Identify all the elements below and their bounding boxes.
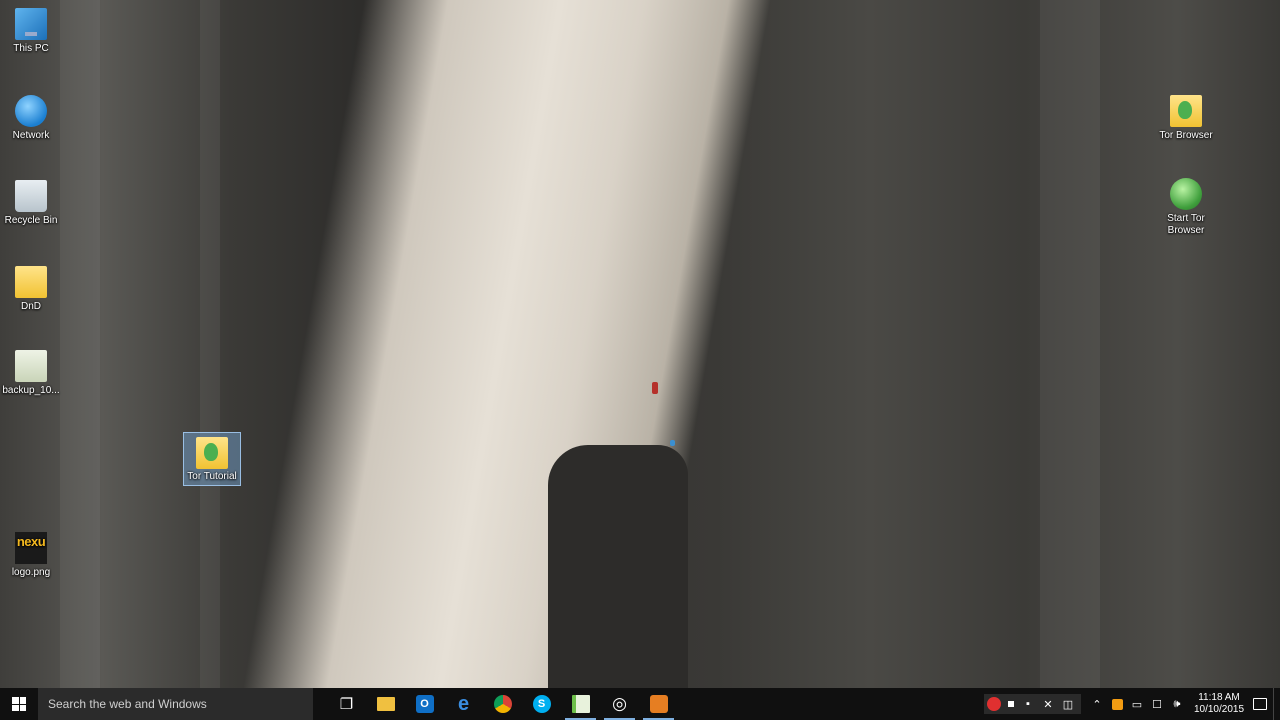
recorder-widget[interactable]: ▪ ✕ ◫ [984, 694, 1081, 714]
document-icon [571, 695, 590, 713]
action-center-button[interactable] [1247, 688, 1273, 720]
taskbar-app-skype[interactable]: S [522, 688, 561, 720]
cursor-icon[interactable]: ✕ [1040, 696, 1056, 712]
tor-folder-icon [1170, 95, 1202, 127]
record-icon[interactable] [987, 697, 1001, 711]
camera-icon[interactable]: ▪ [1020, 696, 1036, 712]
desktop-icon-label: DnD [20, 301, 41, 312]
network-icon [15, 95, 47, 127]
settings-icon[interactable]: ◫ [1060, 696, 1076, 712]
desktop-icon-label: backup_10... [2, 385, 60, 396]
taskbar-app-media-player[interactable]: ◎ [600, 688, 639, 720]
desktop-wallpaper [0, 0, 1280, 688]
tor-folder-icon [196, 437, 228, 469]
battery-icon[interactable]: ▭ [1129, 696, 1145, 712]
climber-figure [652, 382, 658, 394]
logo-text: nexu [16, 534, 46, 549]
desktop-icon-label: Recycle Bin [4, 215, 58, 226]
taskbar-apps: ❐ O e S ◎ [327, 688, 678, 720]
system-tray: ▪ ✕ ◫ ⌃ ▭ ☐ 🕪 11:18 AM 10/10/2015 [984, 688, 1280, 720]
desktop-icon-label: Tor Browser [1159, 130, 1213, 141]
desktop-icon-label: Start Tor Browser [1167, 213, 1205, 236]
taskbar-app-edge[interactable]: e [444, 688, 483, 720]
folder-icon [15, 266, 47, 298]
media-player-icon: ◎ [612, 694, 627, 713]
notification-icon [1253, 698, 1267, 710]
this-pc-icon [15, 8, 47, 40]
skype-icon: S [532, 695, 551, 713]
rock-shadow [548, 445, 688, 688]
rock-streak [1040, 0, 1100, 688]
taskbar-app-orange[interactable] [639, 688, 678, 720]
outlook-icon: O [415, 695, 434, 713]
desktop-icon-this-pc[interactable]: This PC [0, 8, 62, 55]
start-button[interactable] [0, 688, 38, 720]
desktop-icon-logo[interactable]: nexu logo.png [0, 532, 62, 579]
desktop-icon-label: Network [12, 130, 50, 141]
taskbar-app-document[interactable] [561, 688, 600, 720]
volume-icon[interactable]: 🕪 [1169, 696, 1185, 712]
task-view-icon: ❐ [339, 696, 354, 713]
clock-time: 11:18 AM [1198, 692, 1240, 703]
windows-logo-icon [12, 697, 26, 711]
taskbar-app-outlook[interactable]: O [405, 688, 444, 720]
rock-streak [200, 0, 220, 688]
desktop-icon-start-tor-browser[interactable]: Start Tor Browser [1155, 178, 1217, 237]
network-icon[interactable]: ☐ [1149, 696, 1165, 712]
clock-date: 10/10/2015 [1193, 704, 1245, 715]
rock-streak [60, 0, 100, 688]
search-box[interactable]: Search the web and Windows [38, 688, 313, 720]
stop-icon[interactable] [1008, 701, 1014, 707]
desktop-icon-label: Tor Tutorial [187, 471, 237, 482]
desktop-icon-tor-tutorial[interactable]: Tor Tutorial [183, 432, 241, 486]
chrome-icon [493, 695, 512, 713]
climber-figure [670, 440, 675, 446]
taskbar-app-chrome[interactable] [483, 688, 522, 720]
desktop-icon-recycle-bin[interactable]: Recycle Bin [0, 180, 62, 227]
clock[interactable]: 11:18 AM 10/10/2015 [1191, 692, 1247, 716]
recycle-bin-icon [15, 180, 47, 212]
desktop-icon-tor-browser[interactable]: Tor Browser [1155, 95, 1217, 142]
show-desktop-button[interactable] [1273, 688, 1280, 720]
app-icon [649, 695, 668, 713]
desktop-icon-dnd[interactable]: DnD [0, 266, 62, 313]
desktop-icon-label: This PC [13, 43, 49, 54]
chevron-up-icon[interactable]: ⌃ [1089, 696, 1105, 712]
taskbar: Search the web and Windows ❐ O e S ◎ ▪ ✕… [0, 688, 1280, 720]
edge-icon: e [457, 692, 470, 715]
file-icon [15, 350, 47, 382]
tor-globe-icon [1170, 178, 1202, 210]
taskbar-app-file-explorer[interactable] [366, 688, 405, 720]
desktop-icon-backup[interactable]: backup_10... [0, 350, 62, 397]
taskbar-app-task-view[interactable]: ❐ [327, 688, 366, 720]
desktop-icon-label: logo.png [11, 567, 51, 578]
desktop-icon-network[interactable]: Network [0, 95, 62, 142]
orange-app-tray-icon[interactable] [1109, 696, 1125, 712]
folder-icon [376, 697, 395, 711]
image-icon: nexu [15, 532, 47, 564]
